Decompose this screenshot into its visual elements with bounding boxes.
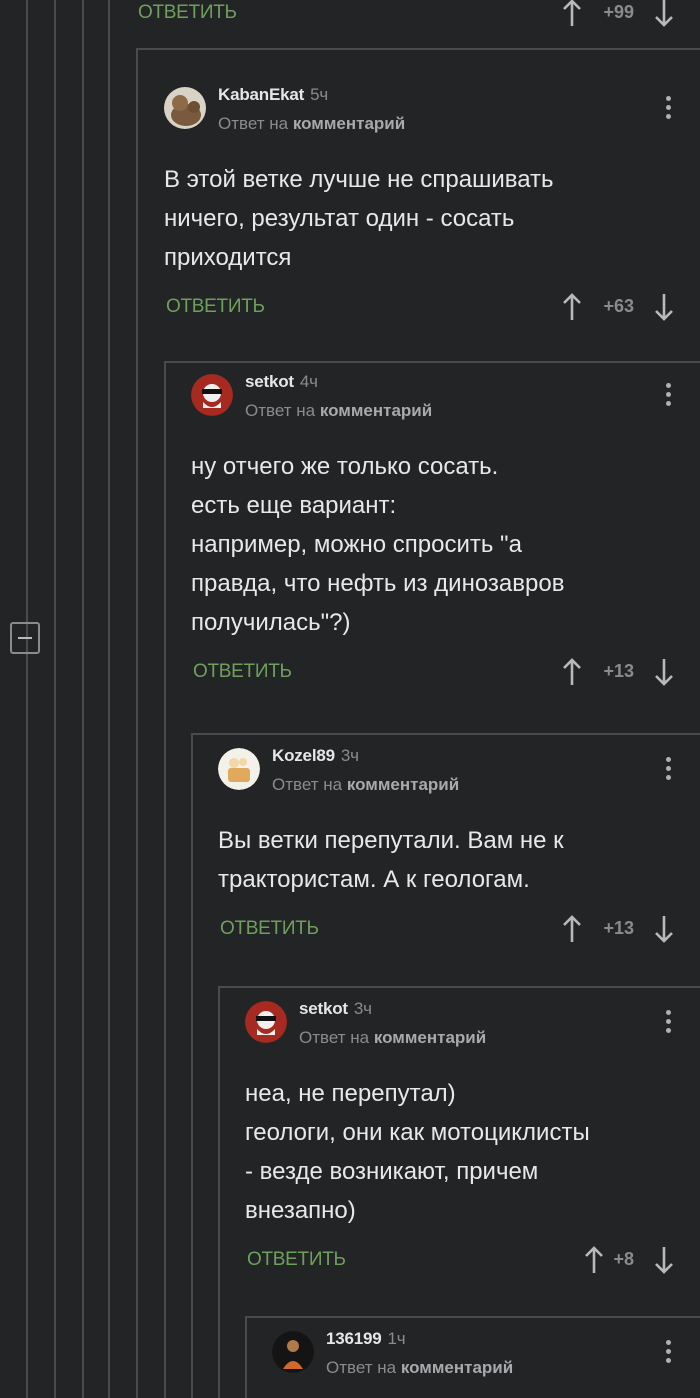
timestamp: 4ч [299, 372, 318, 391]
reply-reference: Ответ на комментарий [218, 114, 406, 133]
comment: setkot 4ч Ответ на комментарий ну отчего … [191, 361, 700, 693]
upvote-icon[interactable] [562, 657, 582, 687]
reply-link[interactable]: комментарий [320, 401, 432, 420]
username[interactable]: KabanEkat 5ч [218, 85, 328, 105]
thread-line-9 [245, 1318, 247, 1398]
timestamp: 3ч [353, 999, 372, 1018]
comment: setkot 3ч Ответ на комментарий неа, не пе… [245, 988, 700, 1281]
more-options-icon[interactable] [666, 757, 672, 784]
comment-text: ну отчего же только сосать. есть еще вар… [191, 453, 565, 636]
reply-button[interactable]: ОТВЕТИТЬ [193, 661, 292, 683]
rating-value: +13 [603, 918, 634, 938]
username[interactable]: setkot 3ч [299, 999, 372, 1019]
reply-button[interactable]: ОТВЕТИТЬ [247, 1249, 346, 1271]
upvote-icon[interactable] [562, 914, 582, 944]
reply-link[interactable]: комментарий [347, 775, 459, 794]
downvote-icon[interactable] [654, 914, 674, 944]
downvote-icon[interactable] [654, 1245, 674, 1275]
comment-actions: ОТВЕТИТЬ +63 [164, 288, 700, 328]
rating-value: +8 [613, 1249, 634, 1269]
more-options-icon[interactable] [666, 1010, 672, 1037]
reply-reference: Ответ на комментарий [326, 1358, 514, 1377]
reply-reference: Ответ на комментарий [272, 775, 460, 794]
user-avatar[interactable] [164, 87, 206, 129]
upvote-icon[interactable] [584, 1245, 604, 1275]
thread-line-2 [54, 0, 56, 1398]
thread-line-8 [218, 988, 220, 1398]
reply-reference: Ответ на комментарий [299, 1028, 487, 1047]
reply-link[interactable]: комментарий [293, 114, 405, 133]
more-options-icon[interactable] [666, 1340, 672, 1367]
thread-line-3 [82, 0, 84, 1398]
thread-line-4 [108, 0, 110, 1398]
thread-connector [136, 48, 700, 50]
downvote-icon[interactable] [654, 0, 674, 28]
reply-link[interactable]: комментарий [401, 1358, 513, 1377]
reply-link[interactable]: комментарий [374, 1028, 486, 1047]
comment: 136199 1ч Ответ на комментарий [272, 1318, 700, 1378]
more-options-icon[interactable] [666, 96, 672, 123]
downvote-icon[interactable] [654, 292, 674, 322]
timestamp: 1ч [387, 1329, 406, 1348]
timestamp: 3ч [340, 746, 359, 765]
comment-actions: ОТВЕТИТЬ +13 [218, 910, 700, 950]
comment-text: В этой ветке лучше не спрашивать ничего,… [164, 166, 554, 271]
reply-button[interactable]: ОТВЕТИТЬ [138, 2, 237, 24]
reply-reference: Ответ на комментарий [245, 401, 433, 420]
username[interactable]: Kozel89 3ч [272, 746, 359, 766]
rating-value: +63 [603, 296, 634, 316]
upvote-icon[interactable] [562, 0, 582, 28]
thread-line-6 [164, 363, 166, 1398]
more-options-icon[interactable] [666, 383, 672, 410]
upvote-icon[interactable] [562, 292, 582, 322]
comment-text: неа, не перепутал) геологи, они как мото… [245, 1080, 590, 1224]
thread-line-1 [26, 0, 28, 1398]
comment-text: Вы ветки перепутали. Вам не к тракторист… [218, 827, 564, 893]
username[interactable]: 136199 1ч [326, 1329, 406, 1349]
user-avatar[interactable] [218, 748, 260, 790]
rating-value: +13 [603, 661, 634, 681]
top-comment-actions: ОТВЕТИТЬ +99 [136, 0, 700, 34]
reply-button[interactable]: ОТВЕТИТЬ [220, 918, 319, 940]
thread-line-5 [136, 50, 138, 1398]
downvote-icon[interactable] [654, 657, 674, 687]
comment: Kozel89 3ч Ответ на комментарий Вы ветки … [218, 735, 700, 950]
timestamp: 5ч [310, 85, 328, 104]
thread-line-7 [191, 735, 193, 1398]
comment-actions: ОТВЕТИТЬ +13 [191, 653, 700, 693]
user-avatar[interactable] [245, 1001, 287, 1043]
comment: KabanEkat 5ч Ответ на комментарий В этой … [164, 74, 700, 328]
username[interactable]: setkot 4ч [245, 372, 318, 392]
collapse-thread-button[interactable] [10, 622, 40, 654]
comment-actions: ОТВЕТИТЬ +8 [245, 1241, 700, 1281]
reply-button[interactable]: ОТВЕТИТЬ [166, 296, 265, 318]
user-avatar[interactable] [272, 1331, 314, 1373]
rating-value: +99 [603, 2, 634, 22]
user-avatar[interactable] [191, 374, 233, 416]
